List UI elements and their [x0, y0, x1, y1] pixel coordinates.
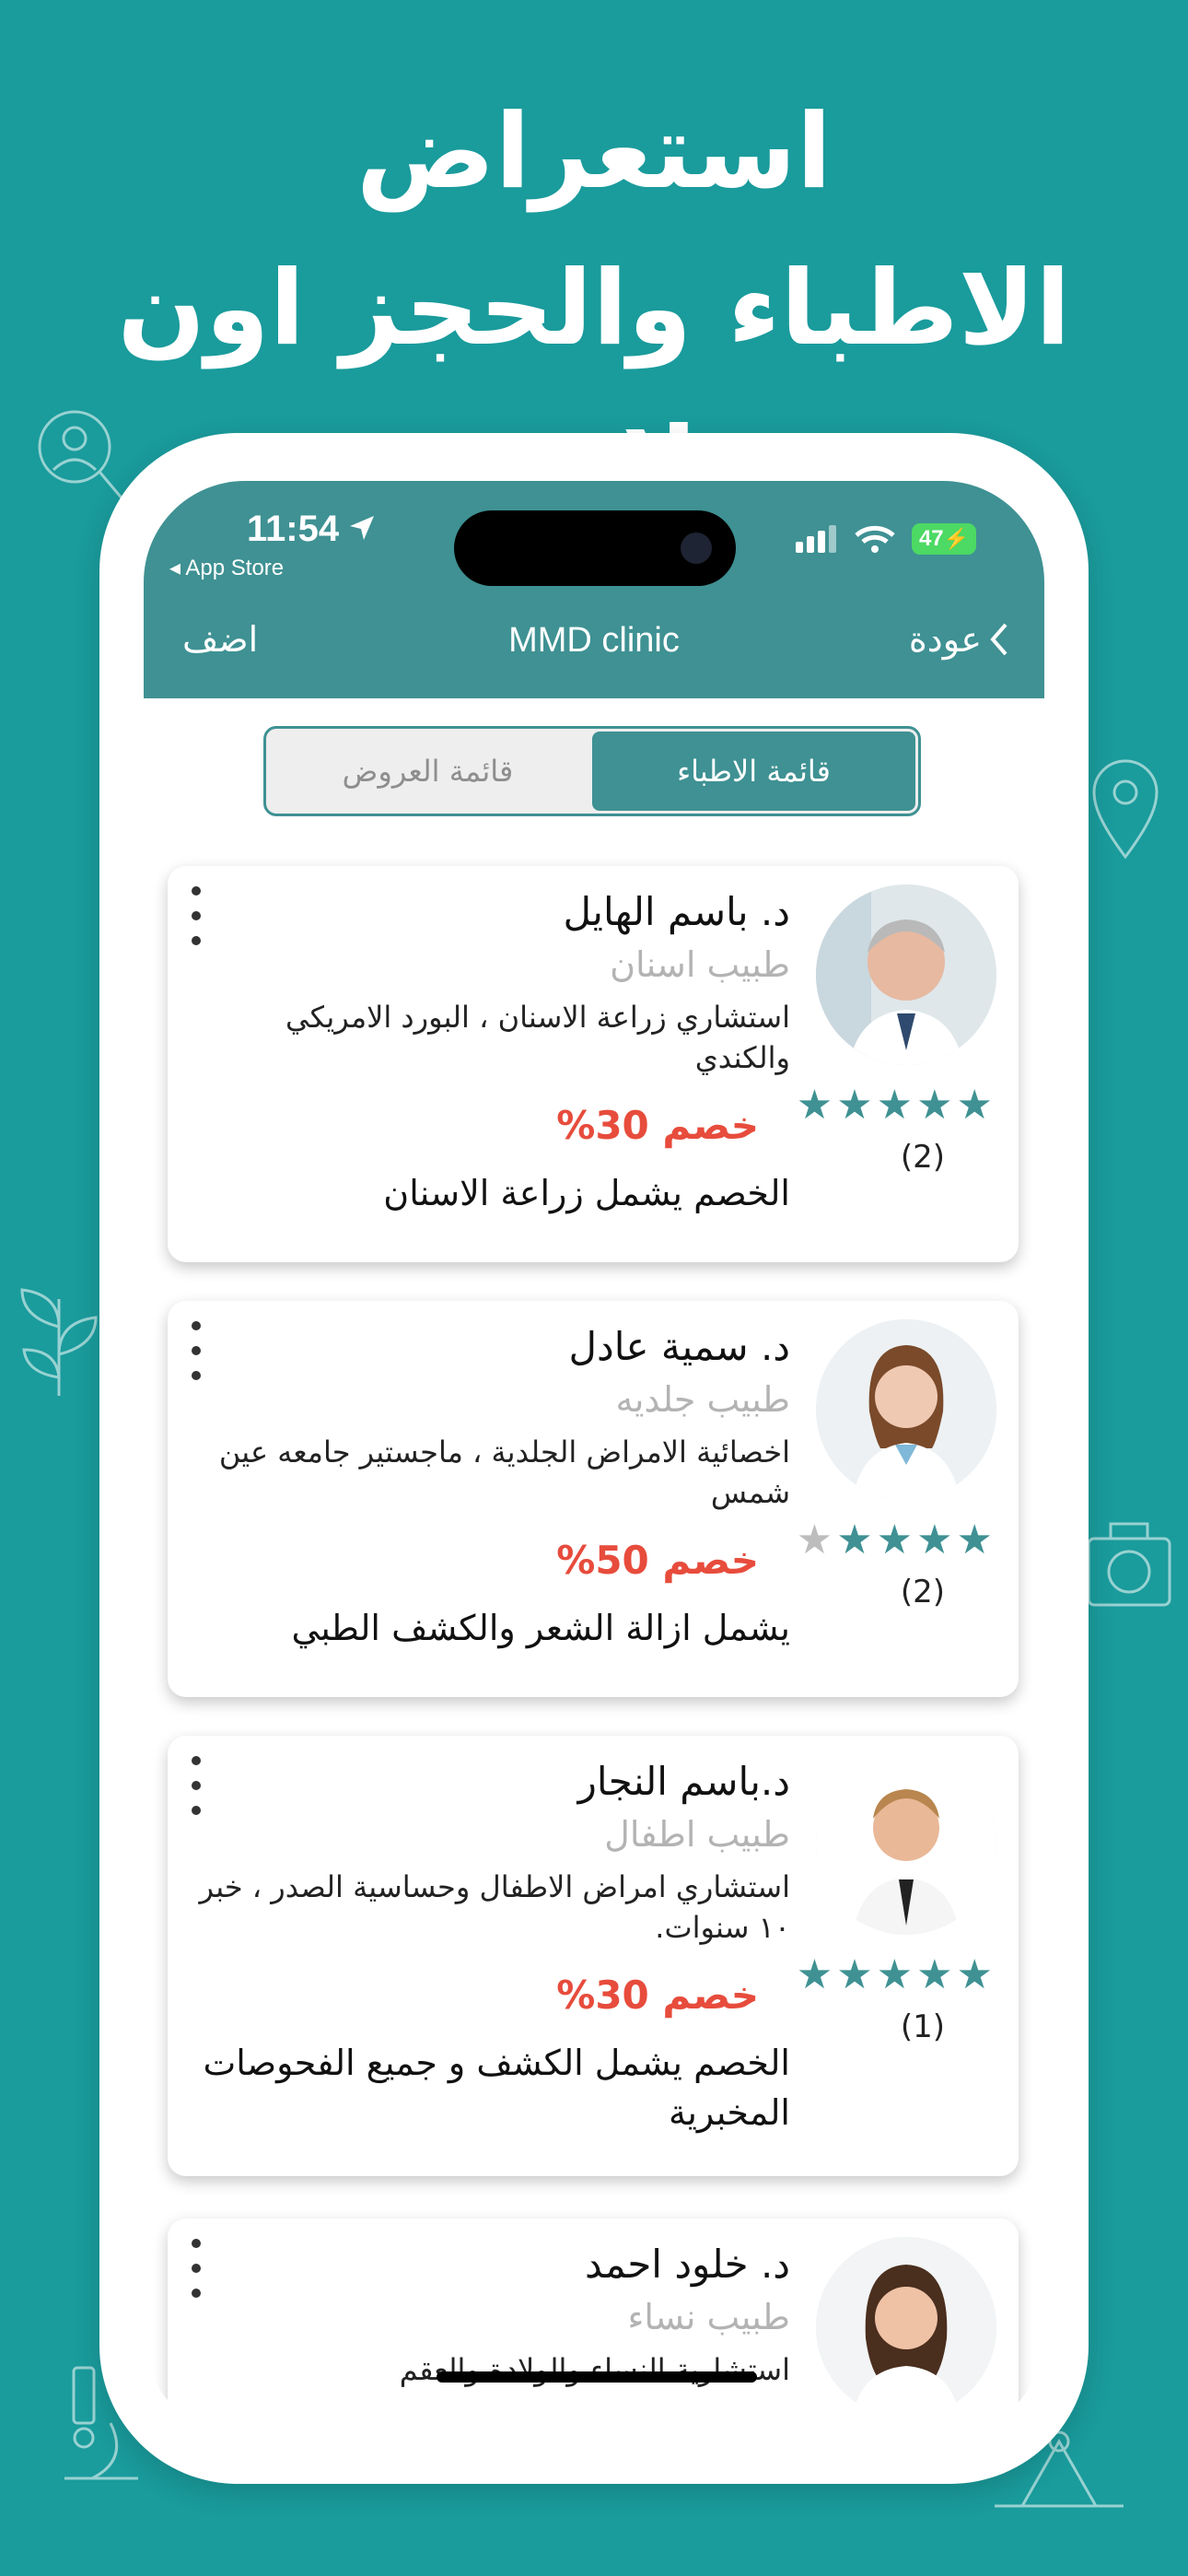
doctor-description: استشاري امراض الاطفال وحساسية الصدر ، خب…: [199, 1869, 790, 1945]
rating-stars: ★ ★ ★ ★ ★: [797, 1955, 993, 1996]
star-icon: ★: [916, 1516, 953, 1563]
nav-title: MMD clinic: [508, 621, 680, 660]
star-icon: ★: [876, 1082, 914, 1129]
doctor-avatar: [816, 884, 996, 1065]
discount-label: خصم 30%: [556, 1103, 759, 1148]
star-icon: ★: [916, 1082, 953, 1129]
doctor-specialty: طبيب اطفال: [604, 1814, 790, 1855]
doctor-card[interactable]: ★ ★ ★ ★ ★ (1) د.باسم النجار طبيب اطفال استشا…: [168, 1736, 1019, 2176]
doctor-specialty: طبيب اسنان: [610, 944, 790, 985]
navigation-bar: 11:54 ◂ App Store 47 ⚡ عودة MMD clinic اض…: [144, 481, 1044, 698]
doctor-card[interactable]: د. خلود احمد طبيب نساء استشارية النساء و…: [168, 2219, 1019, 2436]
home-indicator[interactable]: [437, 2371, 757, 2383]
bag-icon: [1087, 1522, 1171, 1607]
doctor-name: د. خلود احمد: [585, 2242, 790, 2287]
doctor-info: د. سمية عادل طبيب جلديه اخصائية الامراض …: [201, 1319, 790, 1653]
discount-note: الخصم يشمل زراعة الاسنان: [383, 1173, 790, 1213]
review-count: (1): [900, 2008, 945, 2045]
discount-note: الخصم يشمل الكشف و جميع الفحوصات المخبري…: [203, 2043, 790, 2133]
location-arrow-icon: [350, 516, 374, 540]
star-empty-icon: ★: [796, 1516, 833, 1563]
doctor-info: د. باسم الهايل طبيب اسنان استشاري زراعة …: [201, 884, 790, 1218]
discount-note: يشمل ازالة الشعر والكشف الطبي: [291, 1608, 790, 1648]
star-icon: ★: [956, 1082, 993, 1129]
doctor-card[interactable]: ★ ★ ★ ★ ★ (2) د. باسم الهايل طبيب اسنان استش…: [168, 866, 1019, 1262]
doctor-avatar: [816, 1319, 996, 1500]
star-icon: ★: [836, 1951, 873, 1998]
star-icon: ★: [836, 1082, 873, 1129]
rating-stars: ★ ★ ★ ★ ★: [797, 1085, 993, 1126]
doctor-description: اخصائية الامراض الجلدية ، ماجستير جامعه …: [218, 1434, 790, 1510]
battery-indicator: 47 ⚡: [912, 523, 976, 555]
app-screen: 11:54 ◂ App Store 47 ⚡ عودة MMD clinic اض…: [144, 481, 1044, 2436]
doctor-name: د. باسم الهايل: [563, 889, 790, 934]
camera-icon: [681, 533, 712, 564]
more-options-icon[interactable]: [182, 1756, 210, 1815]
star-icon: ★: [796, 1082, 833, 1129]
star-icon: ★: [796, 1951, 833, 1998]
doctor-name: د. سمية عادل: [568, 1324, 791, 1369]
segmented-control: قائمة العروض قائمة الاطباء: [263, 726, 921, 816]
doctor-card[interactable]: ★ ★ ★ ★ ★ (2) د. سمية عادل طبيب جلديه اخصائي…: [168, 1301, 1019, 1697]
star-icon: ★: [956, 1951, 993, 1998]
add-button[interactable]: اضف: [182, 619, 258, 660]
leaf-icon: [20, 1288, 98, 1396]
more-options-icon[interactable]: [182, 886, 210, 945]
discount-label: خصم 50%: [556, 1538, 759, 1583]
wifi-icon: [855, 525, 895, 553]
dynamic-island: [454, 510, 736, 586]
review-count: (2): [900, 1139, 945, 1176]
status-icons: 47 ⚡: [796, 523, 976, 555]
star-icon: ★: [916, 1951, 953, 1998]
more-options-icon[interactable]: [182, 2239, 210, 2298]
location-pin-icon: [1092, 759, 1159, 860]
doctor-name: د.باسم النجار: [577, 1759, 790, 1804]
status-time: 11:54: [247, 509, 340, 549]
headline-line-1: استعراض: [355, 92, 833, 212]
tab-doctors[interactable]: قائمة الاطباء: [592, 732, 915, 811]
star-icon: ★: [836, 1516, 873, 1563]
phone-frame: 11:54 ◂ App Store 47 ⚡ عودة MMD clinic اض…: [99, 433, 1089, 2484]
battery-level: 47: [918, 526, 944, 551]
back-to-app-store-link[interactable]: ◂ App Store: [169, 555, 284, 581]
discount-label: خصم 30%: [556, 1973, 759, 2018]
star-icon: ★: [876, 1951, 914, 1998]
review-count: (2): [900, 1574, 945, 1610]
rating-stars: ★ ★ ★ ★ ★: [797, 1520, 993, 1561]
star-icon: ★: [876, 1516, 914, 1563]
doctor-info: د.باسم النجار طبيب اطفال استشاري امراض ا…: [164, 1754, 790, 2137]
more-options-icon[interactable]: [182, 1321, 210, 1380]
doctor-info: د. خلود احمد طبيب نساء استشارية النساء و…: [201, 2237, 790, 2390]
doctor-avatar: [816, 1754, 996, 1935]
doctor-avatar: [816, 2237, 996, 2418]
doctor-specialty: طبيب جلديه: [615, 1379, 790, 1420]
signal-icon: [796, 525, 836, 553]
doctor-specialty: طبيب نساء: [627, 2297, 791, 2337]
star-icon: ★: [956, 1516, 993, 1563]
tab-offers[interactable]: قائمة العروض: [266, 729, 589, 814]
doctor-description: استشارية النساء والولادة والعقم: [399, 2352, 790, 2387]
doctor-description: استشاري زراعة الاسنان ، البورد الامريكي …: [285, 1000, 790, 1075]
